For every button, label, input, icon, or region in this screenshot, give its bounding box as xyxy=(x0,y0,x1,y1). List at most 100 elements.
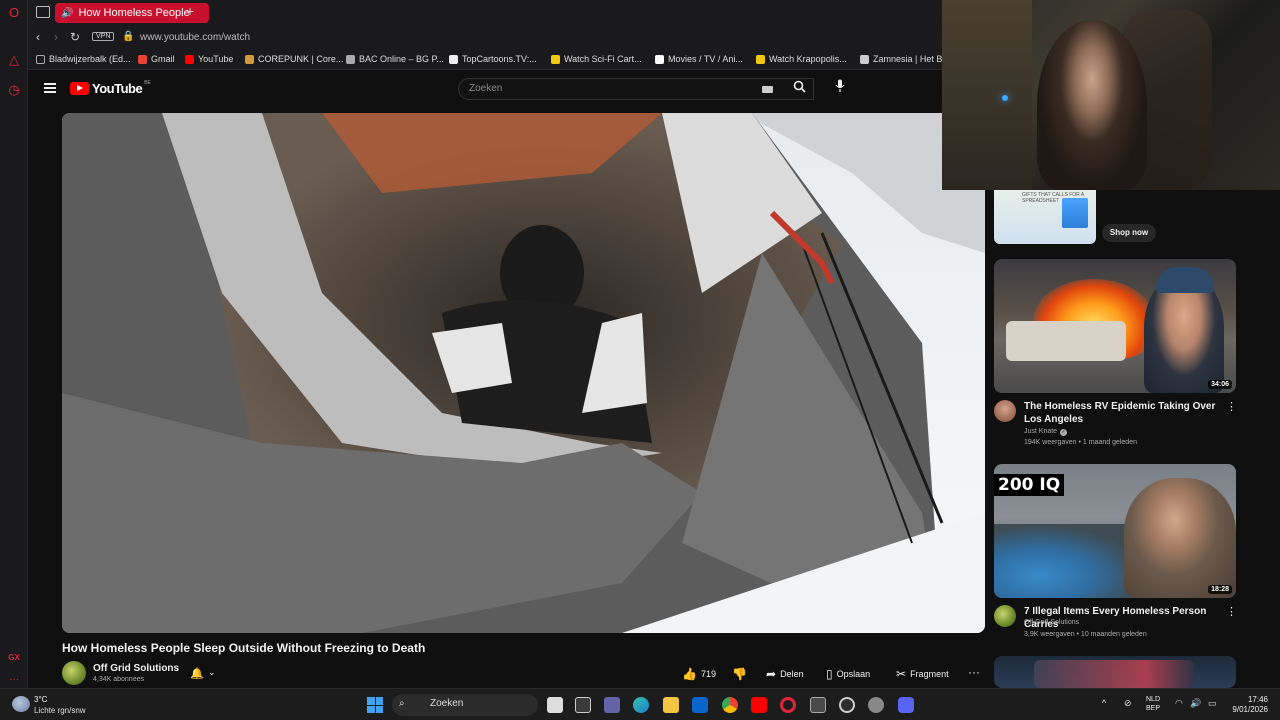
calculator-icon[interactable] xyxy=(810,697,826,713)
menu-icon[interactable] xyxy=(44,83,56,93)
verified-icon: ✓ xyxy=(1060,429,1068,436)
recommendation-channel[interactable]: Just Knate ✓ xyxy=(1024,428,1068,436)
outlook-icon[interactable] xyxy=(692,697,708,713)
chevron-up-icon[interactable]: ^ xyxy=(1102,698,1106,708)
youtube-logo[interactable]: YouTube BE xyxy=(70,80,151,96)
more-icon[interactable]: ··· xyxy=(6,672,22,688)
new-tab-button[interactable]: + xyxy=(186,3,194,19)
teams-icon[interactable] xyxy=(604,697,620,713)
more-options-icon[interactable]: ⋮ xyxy=(1226,605,1237,618)
settings-icon[interactable] xyxy=(868,697,884,713)
search-input[interactable]: Zoeken xyxy=(458,78,814,100)
recommendation-title[interactable]: The Homeless RV Epidemic Taking Over Los… xyxy=(1024,400,1220,426)
recommendation-title[interactable]: 7 Illegal Items Every Homeless Person Ca… xyxy=(1024,605,1220,631)
scifi-icon xyxy=(551,54,560,64)
cap-image xyxy=(1156,267,1214,293)
opera-app-icon[interactable] xyxy=(780,697,796,713)
bell-icon[interactable]: 🔔 xyxy=(190,667,204,680)
task-view-icon[interactable] xyxy=(547,697,563,713)
recommendation-meta: 194K weergaven • 1 maand geleden xyxy=(1024,439,1137,446)
recommendation-channel[interactable]: Off Grid Solutions xyxy=(1024,619,1079,626)
gx-icon[interactable]: GX xyxy=(6,650,22,666)
vpn-badge[interactable]: VPN xyxy=(92,32,115,41)
bookmark-item[interactable]: BAC Online – BG P... xyxy=(346,54,444,64)
aria-icon[interactable]: △ xyxy=(6,52,22,68)
opera-logo-icon[interactable]: O xyxy=(6,5,22,21)
forward-button[interactable]: › xyxy=(54,30,58,44)
share-button[interactable]: ➦ Delen xyxy=(766,667,804,681)
language-indicator[interactable]: NLD BEP xyxy=(1146,695,1160,713)
reload-button[interactable]: ↻ xyxy=(70,30,80,44)
more-actions-button[interactable]: ··· xyxy=(968,665,980,679)
bookmark-item[interactable]: TopCartoons.TV:... xyxy=(449,54,537,64)
recommendation-thumbnail[interactable] xyxy=(994,656,1236,688)
channel-avatar[interactable] xyxy=(994,400,1016,422)
youtube-icon xyxy=(185,54,194,64)
topcartoons-icon xyxy=(449,54,458,64)
search-icon: ⌕ xyxy=(399,698,405,709)
channel-name[interactable]: Off Grid Solutions xyxy=(93,663,179,674)
clip-button[interactable]: ✂ Fragment xyxy=(896,667,949,681)
chrome-icon[interactable] xyxy=(722,697,738,713)
recommendation-thumbnail[interactable]: 34:06 xyxy=(994,259,1236,393)
bookmark-item[interactable]: Gmail xyxy=(138,54,175,64)
edge-icon[interactable] xyxy=(633,697,649,713)
search-button[interactable] xyxy=(786,78,812,100)
wifi-icon[interactable]: ◠ xyxy=(1175,698,1183,709)
webcam-light xyxy=(1002,95,1008,101)
chevron-down-icon[interactable]: ⌄ xyxy=(208,667,216,678)
shop-now-button[interactable]: Shop now xyxy=(1102,224,1156,242)
person-image xyxy=(1124,478,1236,598)
bookmark-item[interactable]: YouTube xyxy=(185,54,233,64)
discord-icon[interactable] xyxy=(898,697,914,713)
tab-manager-icon[interactable] xyxy=(36,6,50,18)
ad-product-image xyxy=(1062,198,1088,228)
dislike-button[interactable]: 👎 xyxy=(732,667,747,681)
file-explorer-icon[interactable] xyxy=(663,697,679,713)
keyboard-icon[interactable] xyxy=(762,86,773,93)
opera-sidebar: O △ ◷ GX ··· xyxy=(0,0,28,688)
mic-button[interactable] xyxy=(832,78,848,100)
channel-avatar[interactable] xyxy=(994,605,1016,627)
youtube-app-icon[interactable] xyxy=(751,697,767,713)
video-title: How Homeless People Sleep Outside Withou… xyxy=(62,641,426,655)
webcam-person xyxy=(1037,20,1147,190)
bookmark-item[interactable]: Bladwijzerbalk (Ed... xyxy=(36,54,131,64)
bookmark-item[interactable]: Zamnesia | Het Be xyxy=(860,54,947,64)
battery-icon[interactable]: ▭ xyxy=(1208,698,1217,709)
taskbar-search[interactable]: Zoeken xyxy=(392,694,538,716)
like-button[interactable]: 👍 719 xyxy=(682,667,716,681)
lock-icon[interactable]: 🔒 xyxy=(122,31,134,42)
tents-image xyxy=(994,524,1144,598)
krapopolis-icon xyxy=(756,54,765,64)
bookmark-item[interactable]: Watch Sci-Fi Cart... xyxy=(551,54,642,64)
thumbnail-badge: 200 IQ xyxy=(994,474,1065,496)
video-duration: 34:06 xyxy=(1208,380,1232,389)
back-button[interactable]: ‹ xyxy=(36,30,40,44)
start-button[interactable] xyxy=(367,697,383,713)
weather-description[interactable]: Lichte rgn/snw xyxy=(34,706,86,715)
bac-icon xyxy=(346,54,355,64)
store-icon[interactable] xyxy=(575,697,591,713)
bookmark-item[interactable]: COREPUNK | Core... xyxy=(245,54,343,64)
ad-thumbnail[interactable]: GIFTS THAT CALLS FOR A SPREADSHEET xyxy=(994,190,1096,244)
video-player[interactable] xyxy=(62,113,985,633)
more-options-icon[interactable]: ⋮ xyxy=(1226,400,1237,413)
bookmark-item[interactable]: Movies / TV / Ani... xyxy=(655,54,743,64)
channel-avatar[interactable] xyxy=(62,661,86,685)
url-field[interactable]: www.youtube.com/watch xyxy=(140,32,250,43)
clock[interactable]: 17:46 9/01/2026 xyxy=(1226,695,1268,715)
history-icon[interactable]: ◷ xyxy=(6,82,22,98)
weather-temperature[interactable]: 3°C xyxy=(34,695,47,704)
webcam-background xyxy=(942,0,1032,190)
thumbs-down-icon: 👎 xyxy=(732,667,747,681)
steam-icon[interactable] xyxy=(839,697,855,713)
weather-icon[interactable] xyxy=(12,696,30,712)
volume-icon[interactable]: 🔊 xyxy=(1190,698,1201,709)
speaker-icon[interactable]: 🔊 xyxy=(61,8,73,19)
network-off-icon[interactable]: ⊘ xyxy=(1124,698,1132,709)
video-duration: 18:28 xyxy=(1208,585,1232,594)
recommendation-thumbnail[interactable]: 200 IQ 18:28 xyxy=(994,464,1236,598)
bookmark-item[interactable]: Watch Krapopolis... xyxy=(756,54,847,64)
save-button[interactable]: ▯ Opslaan xyxy=(826,667,870,681)
